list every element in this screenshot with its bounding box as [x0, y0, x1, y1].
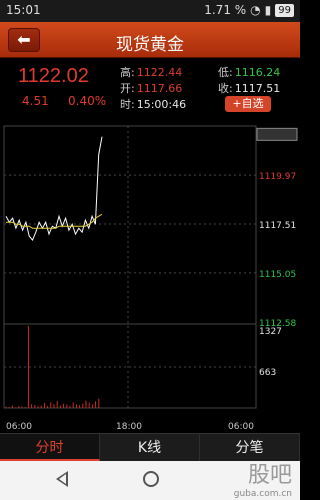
close-row: 收: 1117.51: [218, 80, 280, 96]
tab-ticks[interactable]: 分笔: [200, 434, 300, 461]
volume-axis-label: 1327: [259, 327, 282, 337]
close-value: 1117.51: [234, 82, 281, 95]
close-label: 收:: [218, 82, 233, 95]
status-bar: 15:01 1.71 % ◔ ▮ 99: [0, 0, 300, 22]
price-axis-label: 1115.05: [259, 270, 296, 280]
plot-frame: [3, 125, 257, 409]
status-indicators: 1.71 % ◔ ▮ 99: [204, 3, 294, 17]
open-row: 开: 1117.66: [120, 80, 182, 96]
time-axis-label: 18:00: [116, 422, 142, 432]
intraday-chart[interactable]: 1122.021119.971117.511115.051112.5813276…: [0, 118, 300, 436]
time-axis-label: 06:00: [228, 422, 254, 432]
price-axis-label: 1119.97: [259, 172, 296, 182]
tab-kline[interactable]: K线: [100, 434, 200, 461]
low-value: 1116.24: [234, 66, 281, 79]
tab-intraday[interactable]: 分时: [0, 434, 100, 461]
volume-axis-label: 663: [259, 368, 276, 378]
system-nav-bar: 股吧 guba.com.cn: [0, 461, 300, 500]
time-label: 时:: [120, 98, 135, 111]
high-label: 高:: [120, 66, 135, 79]
status-time: 15:01: [6, 3, 41, 17]
title-bar: ⬅ 现货黄金: [0, 22, 300, 58]
price-change: 4.51: [22, 94, 49, 108]
last-price-box: [256, 127, 298, 141]
price-axis-label: 1117.51: [259, 221, 296, 231]
watermark-brand: 股吧: [247, 463, 292, 488]
wifi-icon: ◔: [250, 3, 261, 17]
add-watchlist-button[interactable]: +自选: [225, 96, 271, 112]
time-value: 15:00:46: [136, 98, 187, 111]
chart-canvas: 1122.021119.971117.511115.051112.5813276…: [3, 125, 298, 432]
low-row: 低: 1116.24: [218, 64, 280, 80]
signal-icon: ▮: [264, 3, 272, 17]
price-change-percent: 0.40%: [68, 94, 107, 108]
low-label: 低:: [218, 66, 233, 79]
high-row: 高: 1122.44: [120, 64, 182, 80]
nav-home-icon[interactable]: [143, 471, 159, 487]
battery-percent: 1.71 %: [204, 3, 247, 17]
chart-tabs: 分时 K线 分笔: [0, 433, 300, 461]
battery-icon: 99: [275, 3, 294, 17]
quote-panel: 1122.02 4.51 0.40% 高: 1122.44 开: 1117.66 时…: [0, 58, 300, 115]
time-axis-label: 06:00: [6, 422, 32, 432]
page-title: 现货黄金: [116, 35, 184, 55]
high-value: 1122.44: [136, 66, 183, 79]
nav-back-icon[interactable]: [56, 471, 68, 487]
open-label: 开:: [120, 82, 135, 95]
time-row: 时: 15:00:46: [120, 96, 186, 112]
current-price: 1122.02: [18, 65, 89, 87]
watermark: 股吧 guba.com.cn: [234, 463, 292, 499]
open-value: 1117.66: [136, 82, 183, 95]
watermark-url: guba.com.cn: [233, 489, 292, 499]
